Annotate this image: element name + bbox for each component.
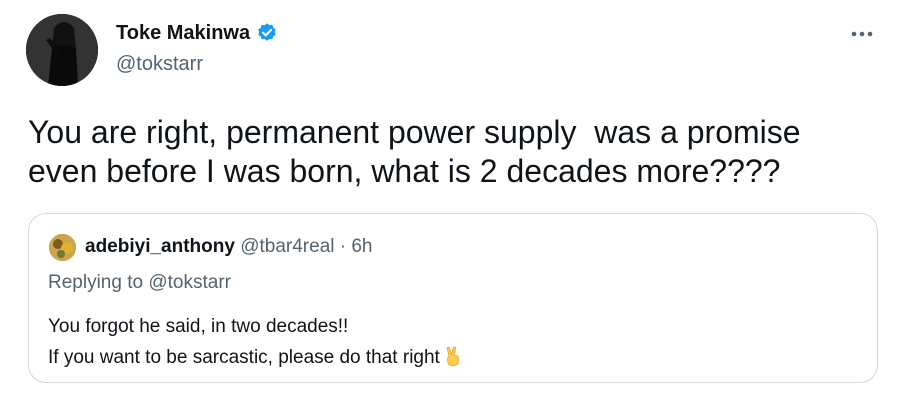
tweet-card: Toke Makinwa @tokstarr You are right, pe…: [0, 0, 920, 400]
quoted-header: adebiyi_anthony @tbar4real · 6h: [85, 236, 373, 258]
quoted-author-name[interactable]: adebiyi_anthony: [85, 236, 235, 257]
quoted-meta: @tbar4real · 6h: [240, 236, 373, 257]
tweet-text: You are right, permanent power supply wa…: [28, 114, 801, 189]
quoted-text-line1: You forgot he said, in two decades!!: [48, 316, 349, 337]
victory-hand-icon: [442, 345, 464, 367]
quoted-author-avatar[interactable]: [49, 234, 76, 261]
verified-badge-icon: [256, 22, 278, 44]
quoted-text-line2: If you want to be sarcastic, please do t…: [48, 347, 440, 368]
author-handle[interactable]: @tokstarr: [116, 53, 203, 76]
quoted-text: You forgot he said, in two decades!! If …: [48, 311, 464, 373]
quoted-tweet[interactable]: adebiyi_anthony @tbar4real · 6h Replying…: [28, 213, 878, 383]
author-name-row: Toke Makinwa: [116, 20, 278, 46]
more-dots-icon: [851, 31, 873, 37]
author-name[interactable]: Toke Makinwa: [116, 22, 250, 45]
author-avatar[interactable]: [26, 14, 98, 86]
replying-to: Replying to @tokstarr: [48, 272, 231, 293]
more-options-button[interactable]: [842, 20, 882, 48]
